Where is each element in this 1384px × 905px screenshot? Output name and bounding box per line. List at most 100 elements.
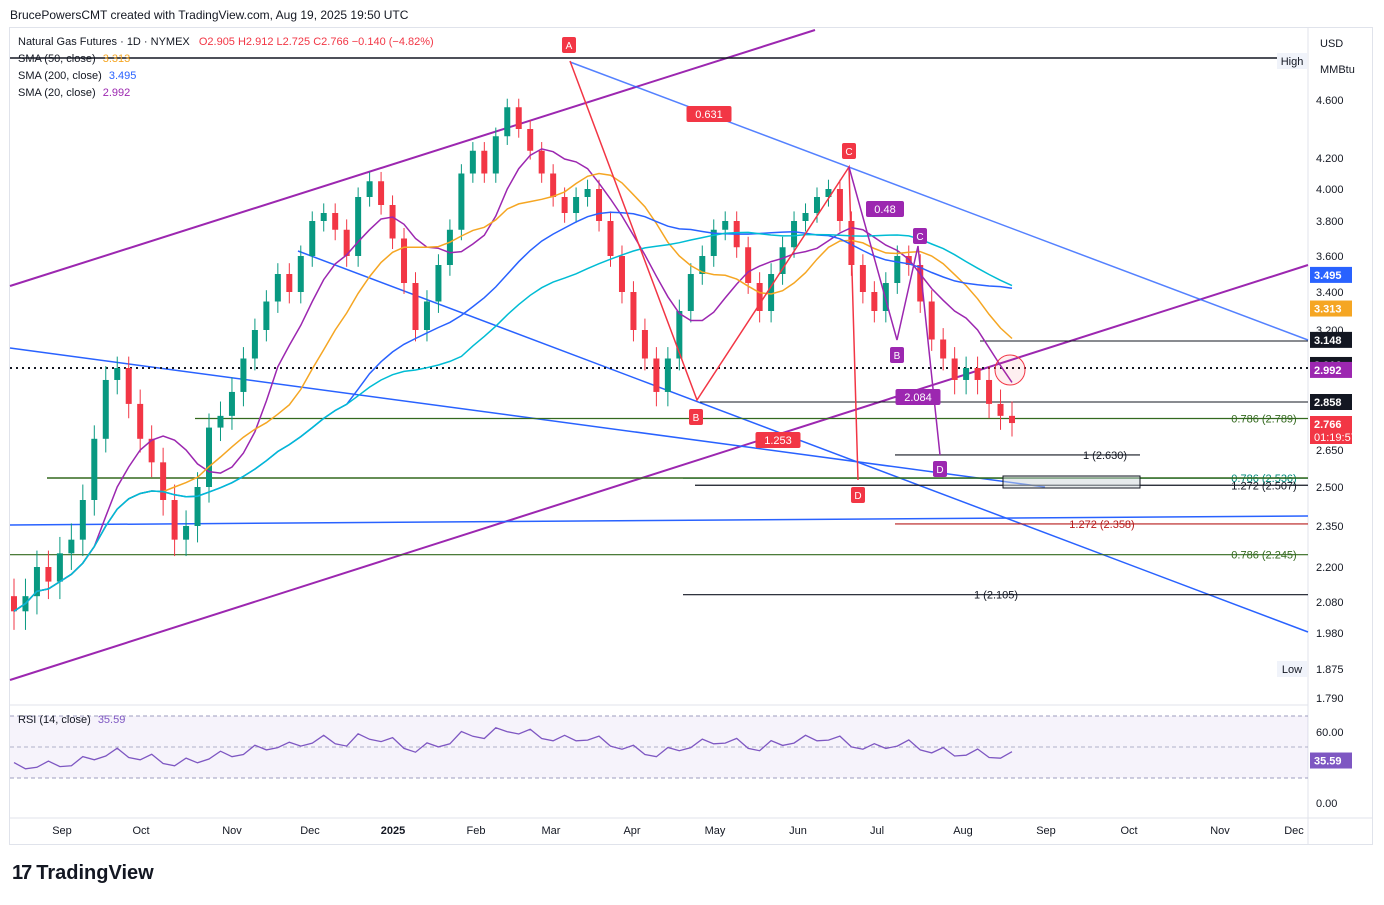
candle-body	[91, 438, 98, 500]
rsi-legend[interactable]: RSI (14, close) 35.59	[18, 714, 125, 726]
candle-body	[125, 368, 132, 404]
pattern-point-label: D	[854, 491, 861, 502]
candle-body	[974, 368, 981, 380]
candle-body	[171, 500, 178, 540]
y-tick-label: 3.800	[1316, 216, 1344, 228]
y-tick-label: 1.980	[1316, 628, 1344, 640]
symbol-legend: Natural Gas Futures · 1D · NYMEX O2.905 …	[18, 36, 434, 48]
candle-body	[492, 136, 499, 174]
pattern-point-label: A	[566, 41, 573, 52]
sma20-label: SMA (20, close)	[18, 87, 96, 99]
candle-body	[561, 197, 568, 213]
highlight-circle	[994, 354, 1026, 386]
candle-body	[102, 379, 109, 439]
price-badge-label: 2.858	[1314, 397, 1342, 409]
candle-body	[951, 358, 958, 380]
candle-body	[320, 213, 327, 221]
candle-body	[664, 358, 671, 392]
currency-label: USD	[1320, 38, 1343, 50]
candle-body	[687, 274, 694, 311]
candle-body	[446, 229, 453, 265]
rsi-badge-label: 35.59	[1314, 756, 1342, 768]
extreme-label: Low	[1282, 664, 1302, 676]
sma20-line	[13, 148, 1013, 612]
candle-body	[366, 181, 373, 197]
candle-body	[79, 500, 86, 540]
brand-name: TradingView	[36, 862, 154, 884]
candle-body	[56, 553, 63, 582]
x-tick-label: Oct	[1120, 825, 1137, 837]
y-tick-label: 2.080	[1316, 597, 1344, 609]
sma20-legend[interactable]: SMA (20, close) 2.992	[18, 87, 130, 99]
candle-body	[274, 274, 281, 302]
candle-body	[986, 379, 993, 404]
tradingview-brand[interactable]: 17 TradingView	[12, 862, 154, 885]
candle-body	[573, 197, 580, 213]
x-tick-label: Apr	[623, 825, 640, 837]
candle-body	[504, 107, 511, 137]
candle-body	[378, 181, 385, 205]
price-badge-label: 3.313	[1314, 304, 1342, 316]
x-tick-label: Jul	[870, 825, 884, 837]
ohlc-values: O2.905 H2.912 L2.725 C2.766 −0.140 (−4.8…	[198, 36, 434, 48]
candle-body	[114, 368, 121, 380]
y-tick-label: 2.350	[1316, 521, 1344, 533]
candle-body	[251, 330, 258, 359]
candle-body	[412, 283, 419, 330]
candle-body	[618, 256, 625, 292]
descending-trendline	[569, 61, 1309, 341]
sma20-value: 2.992	[102, 87, 131, 99]
candle-body	[389, 205, 396, 239]
candle-body	[183, 526, 190, 540]
pattern-point-label: B	[894, 351, 901, 362]
candle-body	[469, 150, 476, 174]
y-tick-label: 2.200	[1316, 562, 1344, 574]
candle-body	[584, 189, 591, 197]
sma50-legend[interactable]: SMA (50, close) 3.313	[18, 53, 130, 65]
candle-body	[228, 391, 235, 416]
red-harmonic-pattern	[569, 60, 859, 481]
candle-body	[928, 301, 935, 340]
candle-body	[297, 256, 304, 292]
rsi-value: 35.59	[97, 714, 126, 726]
candle-body	[355, 197, 362, 256]
candle-body	[194, 487, 201, 526]
sma200-legend[interactable]: SMA (200, close) 3.495	[18, 70, 136, 82]
candle-body	[859, 265, 866, 292]
fib-level-label: 0.786 (2.245)	[1231, 550, 1296, 562]
x-tick-label: Sep	[1036, 825, 1056, 837]
candle-body	[768, 274, 775, 311]
price-badge-label: 3.495	[1314, 270, 1342, 282]
candle-body	[630, 292, 637, 330]
x-tick-label: Dec	[300, 825, 320, 837]
sma50-value: 3.313	[102, 53, 131, 65]
y-tick-label: 2.650	[1316, 445, 1344, 457]
y-tick-label: 4.200	[1316, 153, 1344, 165]
candle-body	[527, 129, 534, 151]
candle-body	[641, 330, 648, 359]
fib-level-label: 1 (2.630)	[1083, 450, 1127, 462]
candle-body	[137, 403, 144, 439]
lower-channel-line	[9, 264, 1309, 681]
x-tick-label: Oct	[132, 825, 149, 837]
y-tick-label: 2.500	[1316, 482, 1344, 494]
price-chart[interactable]: 4.6004.2004.0003.8003.6003.4003.2002.650…	[0, 0, 1384, 850]
sma50-label: SMA (50, close)	[18, 53, 96, 65]
candle-body	[722, 221, 729, 230]
ratio-label: 2.084	[904, 392, 932, 404]
candle-body	[240, 358, 247, 392]
candle-body	[791, 221, 798, 248]
y-tick-label: 1.790	[1316, 693, 1344, 705]
candle-body	[481, 150, 488, 174]
fib-level-label: 1.272 (2.358)	[1069, 519, 1134, 531]
y-tick-label: 3.600	[1316, 251, 1344, 263]
countdown-label: 01:19:57	[1314, 432, 1357, 444]
y-tick-label: 4.600	[1316, 95, 1344, 107]
x-tick-label: Nov	[1210, 825, 1230, 837]
target-zone-box	[1002, 475, 1141, 489]
fib-level-label: 1.272 (2.507)	[1231, 480, 1296, 492]
price-badge-label: 2.766	[1314, 419, 1342, 431]
candle-body	[332, 213, 339, 230]
candle-body	[458, 173, 465, 230]
fib-level-label: 1 (2.105)	[974, 590, 1018, 602]
